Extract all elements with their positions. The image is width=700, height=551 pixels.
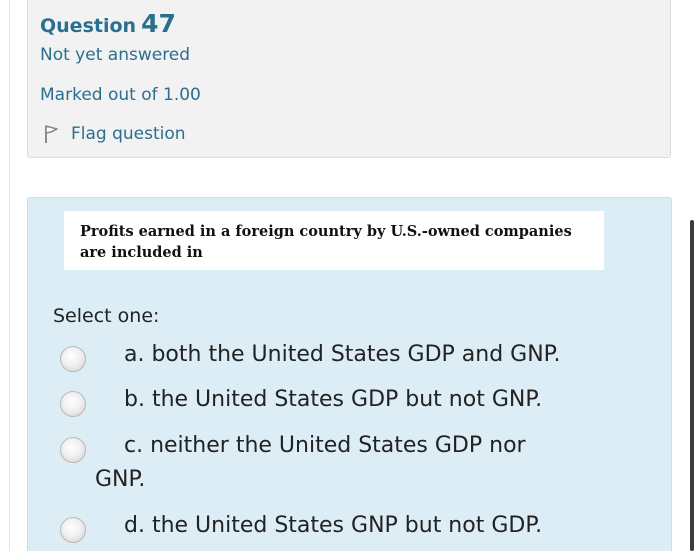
marks-info: Marked out of 1.00 (40, 85, 201, 105)
left-divider (9, 0, 10, 551)
question-text: Profits earned in a foreign country by U… (64, 211, 604, 270)
question-info-panel: Question 47 Not yet answered Marked out … (27, 0, 671, 158)
flag-icon (45, 125, 58, 143)
answer-status: Not yet answered (40, 45, 191, 65)
flag-question-label: Flag question (71, 124, 186, 144)
question-title: Question 47 (40, 9, 176, 38)
option-c-label-continued[interactable]: GNP. (95, 467, 145, 492)
option-a-label[interactable]: a. both the United States GDP and GNP. (124, 342, 561, 367)
option-a-radio[interactable] (60, 346, 86, 372)
question-content-panel: Profits earned in a foreign country by U… (27, 197, 672, 551)
option-b-label[interactable]: b. the United States GDP but not GNP. (124, 387, 542, 412)
quiz-page: Question 47 Not yet answered Marked out … (0, 0, 700, 551)
flag-question-button[interactable]: Flag question (40, 123, 186, 145)
page-scrollbar[interactable] (690, 220, 694, 551)
option-d-radio[interactable] (60, 517, 86, 543)
question-number: 47 (141, 9, 176, 38)
option-c-radio[interactable] (60, 437, 86, 463)
option-b-radio[interactable] (60, 391, 86, 417)
option-d-label[interactable]: d. the United States GNP but not GDP. (124, 513, 542, 538)
question-title-word: Question (40, 15, 137, 37)
option-c-label[interactable]: c. neither the United States GDP nor (124, 433, 526, 458)
select-one-prompt: Select one: (53, 305, 160, 327)
